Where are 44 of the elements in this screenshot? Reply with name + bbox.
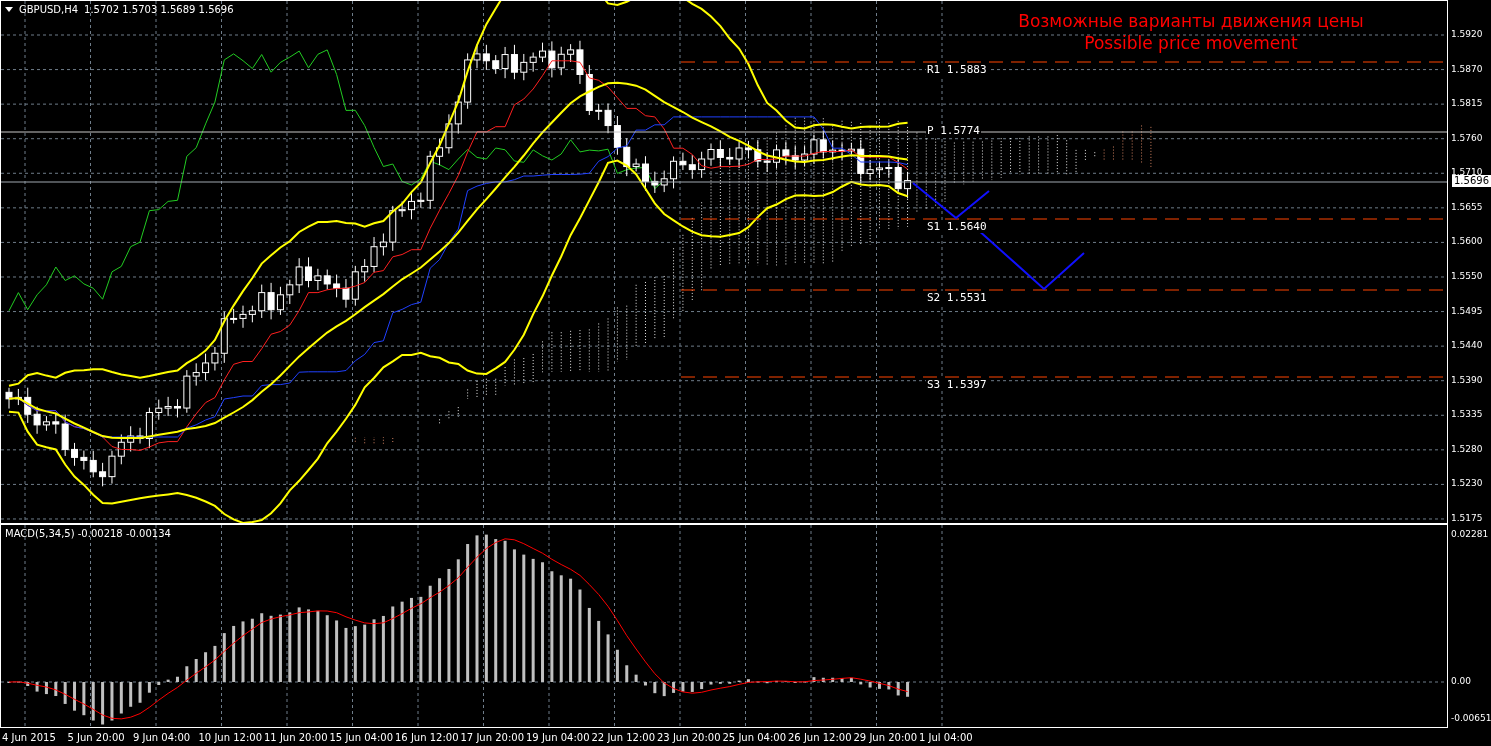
time-axis-label: 19 Jun 04:00 bbox=[526, 731, 591, 743]
ohlc-values: 1.5702 1.5703 1.5689 1.5696 bbox=[84, 4, 234, 15]
chart-caption: Возможные варианты движения цены bbox=[1017, 10, 1365, 32]
chart-symbol: GBPUSD,H4 bbox=[19, 4, 79, 15]
level-label: S2 1.5531 bbox=[926, 291, 988, 304]
time-axis-label: 23 Jun 20:00 bbox=[657, 731, 722, 743]
time-axis-label: 26 Jun 12:00 bbox=[788, 731, 853, 743]
price-axis-label: 1.5495 bbox=[1451, 304, 1483, 317]
time-axis-label: 9 Jun 04:00 bbox=[133, 731, 192, 743]
current-price-label: 1.5696 bbox=[1452, 175, 1491, 187]
time-axis-label: 16 Jun 12:00 bbox=[395, 731, 460, 743]
time-axis-label: 17 Jun 20:00 bbox=[460, 731, 526, 743]
time-axis-label: 10 Jun 12:00 bbox=[198, 731, 264, 743]
price-axis-label: 1.5390 bbox=[1451, 373, 1483, 386]
price-axis-label: 1.5230 bbox=[1451, 477, 1483, 490]
price-axis-label: 1.5710 bbox=[1451, 166, 1483, 178]
macd-title: MACD(5,34,5) -0.00218 -0.00134 bbox=[5, 528, 171, 539]
macd-axis-label: 0.02281 bbox=[1451, 528, 1489, 540]
level-label: S1 1.5640 bbox=[926, 220, 988, 233]
time-axis-label: 25 Jun 04:00 bbox=[722, 731, 788, 743]
level-label: S3 1.5397 bbox=[926, 378, 988, 391]
time-axis-label: 5 Jun 20:00 bbox=[67, 731, 126, 743]
macd-axis-label: -0.00651 bbox=[1451, 712, 1491, 724]
chart-caption: Possible price movement bbox=[1083, 32, 1299, 54]
time-axis-label: 22 Jun 12:00 bbox=[591, 731, 657, 743]
time-axis-label: 1 Jul 04:00 bbox=[919, 731, 974, 743]
time-axis-label: 11 Jun 20:00 bbox=[264, 731, 329, 743]
price-axis-label: 1.5655 bbox=[1451, 200, 1483, 213]
macd-axis-label: 0.00 bbox=[1451, 675, 1472, 687]
price-axis-label: 1.5815 bbox=[1451, 97, 1483, 110]
price-axis-label: 1.5870 bbox=[1451, 62, 1483, 75]
price-axis-label: 1.5920 bbox=[1451, 28, 1483, 40]
price-axis-label: 1.5335 bbox=[1451, 408, 1483, 421]
price-axis-label: 1.5440 bbox=[1451, 339, 1483, 352]
price-axis-label: 1.5760 bbox=[1451, 131, 1483, 144]
level-label: R1 1.5883 bbox=[926, 63, 988, 76]
time-axis-label: 4 Jun 2015 bbox=[2, 731, 57, 743]
price-axis-label: 1.5280 bbox=[1451, 442, 1483, 455]
price-axis-label: 1.5550 bbox=[1451, 270, 1483, 282]
price-axis-label: 1.5175 bbox=[1451, 511, 1483, 524]
price-axis-label: 1.5600 bbox=[1451, 235, 1483, 248]
time-axis-label: 29 Jun 20:00 bbox=[853, 731, 919, 743]
level-label: P 1.5774 bbox=[926, 124, 981, 137]
time-axis-label: 15 Jun 04:00 bbox=[329, 731, 395, 743]
